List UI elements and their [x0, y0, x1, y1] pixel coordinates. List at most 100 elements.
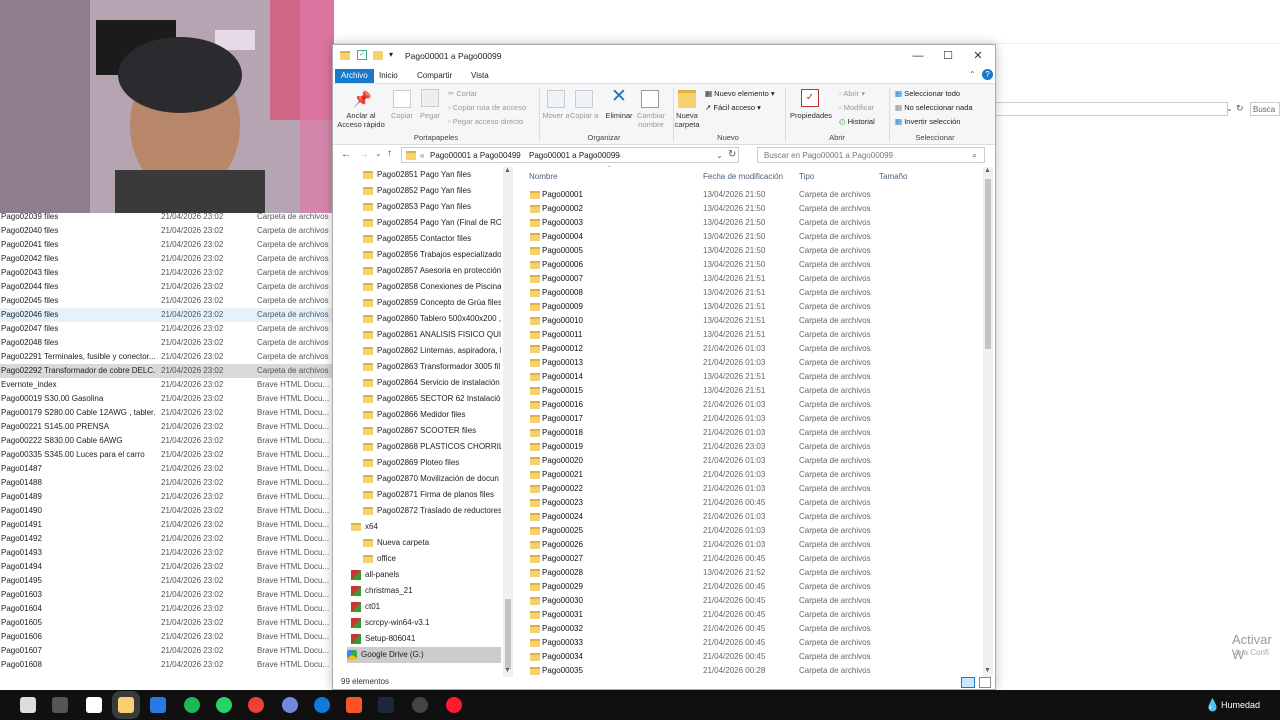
column-header-type[interactable]: Tipo [799, 172, 814, 181]
file-row[interactable]: Pago00034 21/04/2026 00:45 Carpeta de arch… [529, 650, 983, 664]
file-row[interactable]: Pago00032 21/04/2026 00:45 Carpeta de arch… [529, 622, 983, 636]
file-row[interactable]: Pago00024 21/04/2026 01:03 Carpeta de arch… [529, 510, 983, 524]
background-list-row[interactable]: Pago01606 21/04/2026 23:02 Brave HTML Docu… [0, 630, 332, 644]
properties-check-icon[interactable]: ✓ [357, 50, 367, 60]
weather-icon[interactable]: 💧 [1205, 698, 1220, 712]
file-row[interactable]: Pago00005 13/04/2026 21:50 Carpeta de arch… [529, 244, 983, 258]
file-list-scrollbar[interactable]: ▲ ▼ [983, 167, 993, 677]
large-icons-view-icon[interactable] [979, 677, 991, 688]
nav-tree-item[interactable]: Pago02854 Pago Yan (Final de ROI [363, 215, 501, 231]
file-row[interactable]: Pago00011 13/04/2026 21:51 Carpeta de arch… [529, 328, 983, 342]
background-list-row[interactable]: Pago02040 files 21/04/2026 23:02 Carpeta d… [0, 224, 332, 238]
background-list-row[interactable]: Pago01605 21/04/2026 23:02 Brave HTML Docu… [0, 616, 332, 630]
file-row[interactable]: Pago00020 21/04/2026 01:03 Carpeta de arch… [529, 454, 983, 468]
nav-tree-item[interactable]: x64 [351, 519, 501, 535]
nav-tree-item[interactable]: Pago02869 Ploteo files [363, 455, 501, 471]
background-list-row[interactable]: Pago02045 files 21/04/2026 23:02 Carpeta d… [0, 294, 332, 308]
column-header-name[interactable]: Nombre [529, 172, 557, 181]
nav-tree-item[interactable]: Pago02860 Tablero 500x400x200 , I [363, 311, 501, 327]
background-list-row[interactable]: Pago01493 21/04/2026 23:02 Brave HTML Docu… [0, 546, 332, 560]
nav-tree-item[interactable]: Pago02872 Traslado de reductores [363, 503, 501, 519]
recent-locations-icon[interactable]: ⌄ [375, 149, 382, 158]
discord-icon[interactable] [282, 697, 298, 713]
opera-icon[interactable] [446, 697, 462, 713]
chevron-down-icon[interactable]: ⌄ [1226, 104, 1233, 113]
file-row[interactable]: Pago00030 21/04/2026 00:45 Carpeta de arch… [529, 594, 983, 608]
nav-tree-item[interactable]: Pago02859 Concepto de Grúa files [363, 295, 501, 311]
address-bar[interactable]: « Pago00001 a Pago00499 › Pago00001 a Pa… [401, 147, 739, 163]
file-row[interactable]: Pago00010 13/04/2026 21:51 Carpeta de arch… [529, 314, 983, 328]
nav-tree-item[interactable]: Pago02866 Medidor files [363, 407, 501, 423]
background-list-row[interactable]: Pago01603 21/04/2026 23:02 Brave HTML Docu… [0, 588, 332, 602]
file-row[interactable]: Pago00025 21/04/2026 01:03 Carpeta de arch… [529, 524, 983, 538]
select-all-button[interactable]: ▦ Seleccionar todo [895, 89, 960, 98]
nav-tree-item[interactable]: Pago02868 PLASTICOS CHORRILL [363, 439, 501, 455]
file-row[interactable]: Pago00022 21/04/2026 01:03 Carpeta de arch… [529, 482, 983, 496]
background-list-row[interactable]: Pago02043 files 21/04/2026 23:02 Carpeta d… [0, 266, 332, 280]
background-list-row[interactable]: Pago01487 21/04/2026 23:02 Brave HTML Docu… [0, 462, 332, 476]
breadcrumb-overflow[interactable]: « [420, 151, 424, 160]
easy-access-button[interactable]: ↗ Fácil acceso ▾ [705, 103, 761, 112]
background-search-input[interactable]: Busca [1250, 102, 1280, 116]
open-button[interactable]: ▫ Abrir ▾ [839, 89, 865, 98]
nav-tree-item[interactable]: Pago02864 Servicio de instalación [363, 375, 501, 391]
file-row[interactable]: Pago00018 21/04/2026 01:03 Carpeta de arch… [529, 426, 983, 440]
nav-tree-item[interactable]: all-panels [351, 567, 501, 583]
steam-icon[interactable] [378, 697, 394, 713]
spotify-icon[interactable] [184, 697, 200, 713]
nav-tree-item[interactable]: Pago02865 SECTOR 62 Instalación [363, 391, 501, 407]
file-manager-icon[interactable] [52, 697, 68, 713]
forward-arrow-icon[interactable]: → [359, 149, 369, 160]
whatsapp-icon[interactable] [216, 697, 232, 713]
maximize-button[interactable]: ☐ [933, 48, 963, 64]
file-row[interactable]: Pago00015 13/04/2026 21:51 Carpeta de arch… [529, 384, 983, 398]
file-row[interactable]: Pago00028 13/04/2026 21:52 Carpeta de arch… [529, 566, 983, 580]
task-view-icon[interactable] [20, 697, 36, 713]
background-list-row[interactable]: Pago01491 21/04/2026 23:02 Brave HTML Docu… [0, 518, 332, 532]
file-row[interactable]: Pago00014 13/04/2026 21:51 Carpeta de arch… [529, 370, 983, 384]
column-header-size[interactable]: Tamaño [879, 172, 907, 181]
edit-button[interactable]: ▫ Modificar [839, 103, 874, 112]
new-folder-icon[interactable] [373, 51, 383, 60]
background-list-row[interactable]: Pago02041 files 21/04/2026 23:02 Carpeta d… [0, 238, 332, 252]
obs-icon[interactable] [412, 697, 428, 713]
breadcrumb-current[interactable]: Pago00001 a Pago00099 [529, 151, 620, 160]
breadcrumb-parent[interactable]: Pago00001 a Pago00499 [430, 151, 521, 160]
column-header-date[interactable]: Fecha de modificación [703, 172, 783, 181]
chrome-icon[interactable] [248, 697, 264, 713]
tab-vista[interactable]: Vista [465, 69, 495, 83]
nav-tree-item[interactable]: Pago02871 Firma de planos files [363, 487, 501, 503]
edge-icon[interactable] [314, 697, 330, 713]
nav-tree-item[interactable]: Pago02858 Conexiones de Piscina [363, 279, 501, 295]
nav-tree-item[interactable]: Google Drive (G:) [347, 647, 501, 663]
file-row[interactable]: Pago00001 13/04/2026 21:50 Carpeta de arch… [529, 188, 983, 202]
new-item-button[interactable]: ▦ Nuevo elemento ▾ [705, 89, 775, 98]
scroll-up-icon[interactable]: ▲ [504, 167, 511, 174]
background-list-row[interactable]: Pago01607 21/04/2026 23:02 Brave HTML Docu… [0, 644, 332, 658]
nav-tree-item[interactable]: Nueva carpeta [363, 535, 501, 551]
brave-icon[interactable] [346, 697, 362, 713]
file-row[interactable]: Pago00033 21/04/2026 00:45 Carpeta de arch… [529, 636, 983, 650]
nav-tree-item[interactable]: Setup-806041 [351, 631, 501, 647]
scroll-down-icon[interactable]: ▼ [984, 667, 991, 674]
background-list-row[interactable]: Pago02042 files 21/04/2026 23:02 Carpeta d… [0, 252, 332, 266]
help-icon[interactable]: ? [982, 69, 993, 80]
minimize-button[interactable]: — [903, 48, 933, 64]
background-list-row[interactable]: Pago00222 S830.00 Cable 6AWG 21/04/2026 2… [0, 434, 332, 448]
background-list-row[interactable]: Pago02048 files 21/04/2026 23:02 Carpeta d… [0, 336, 332, 350]
file-row[interactable]: Pago00019 21/04/2026 23:03 Carpeta de arch… [529, 440, 983, 454]
nav-pane-scroll-thumb[interactable] [505, 599, 511, 669]
address-dropdown-icon[interactable]: ⌄ [716, 151, 723, 160]
background-list-row[interactable]: Pago00179 S280.00 Cable 12AWG , tabler..… [0, 406, 332, 420]
store-icon[interactable] [86, 697, 102, 713]
tab-compartir[interactable]: Compartir [411, 69, 458, 83]
background-list-row[interactable]: Pago01494 21/04/2026 23:02 Brave HTML Docu… [0, 560, 332, 574]
file-row[interactable]: Pago00004 13/04/2026 21:50 Carpeta de arch… [529, 230, 983, 244]
nav-tree-item[interactable]: Pago02853 Pago Yan files [363, 199, 501, 215]
background-list-row[interactable]: Pago02044 files 21/04/2026 23:02 Carpeta d… [0, 280, 332, 294]
background-list-row[interactable]: Pago01495 21/04/2026 23:02 Brave HTML Docu… [0, 574, 332, 588]
search-box[interactable]: Buscar en Pago00001 a Pago00099 ⌕ [757, 147, 985, 163]
background-list-row[interactable]: Pago00019 S30.00 Gasolina 21/04/2026 23:0… [0, 392, 332, 406]
tab-inicio[interactable]: Inicio [373, 69, 404, 83]
nav-tree-item[interactable]: Pago02861 ANALISIS FISICO QUIM [363, 327, 501, 343]
